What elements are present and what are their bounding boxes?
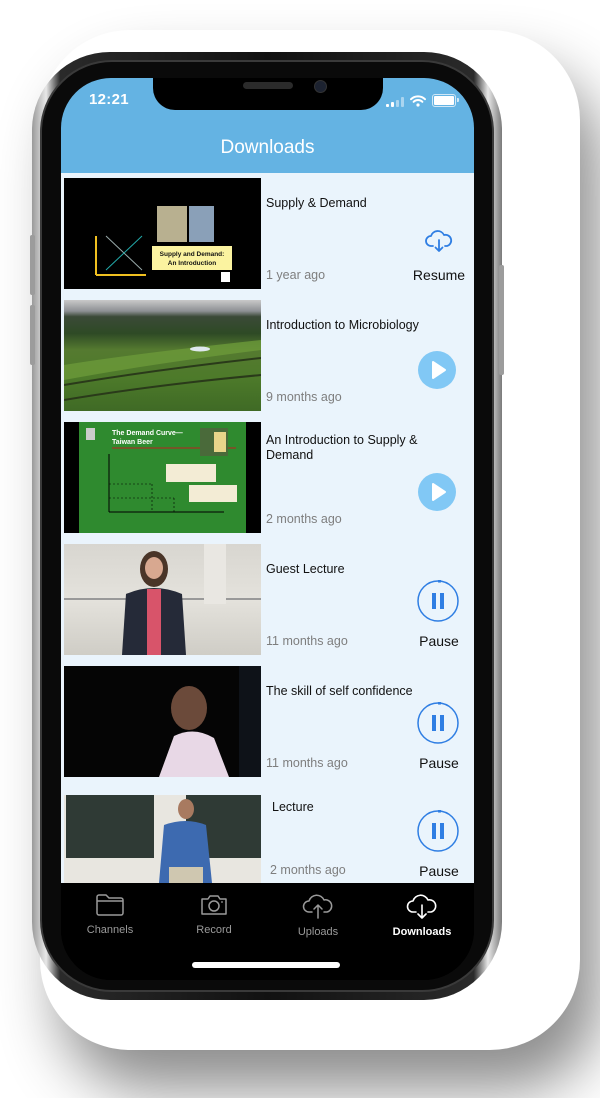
tab-label: Channels [86,924,134,936]
resume-label: Resume [412,267,466,283]
page-title: Downloads [220,137,315,158]
status-time: 12:21 [89,91,129,108]
download-title: Introduction to Microbiology [266,318,419,332]
download-item[interactable]: Lecture 2 months ago Pause [61,783,474,883]
video-thumbnail[interactable] [64,666,261,777]
tab-label: Uploads [297,926,339,938]
video-thumbnail[interactable] [64,795,261,883]
download-age: 11 months ago [266,756,348,770]
pause-button[interactable]: Pause [410,810,468,879]
cloud-download-icon [425,230,453,252]
download-title: Guest Lecture [266,562,345,576]
play-button[interactable] [410,465,468,527]
cloud-download-icon [406,894,437,919]
speaker [243,82,293,89]
volume-button [30,305,35,365]
play-icon [432,483,446,501]
tab-downloads[interactable]: Downloads [377,893,467,938]
tab-label: Record [196,924,232,936]
nav-header: 12:21 Downloads [61,78,474,173]
video-thumbnail[interactable] [64,300,261,411]
tab-channels[interactable]: Channels [65,893,155,936]
download-item[interactable]: Guest Lecture 11 months ago Pause [61,539,474,661]
download-item[interactable]: The Demand Curve— Taiwan Beer An Introdu… [61,417,474,539]
download-age: 1 year ago [266,268,326,282]
pause-button[interactable]: Pause [410,580,468,649]
download-item[interactable]: Introduction to Microbiology 9 months ag… [61,295,474,417]
play-button[interactable] [410,343,468,405]
thumbnail-caption: Supply and Demand: [160,251,225,258]
thumbnail-heading: Taiwan Beer [112,439,153,446]
tab-bar: Channels Record Uploads Downloads [61,883,474,980]
folder-icon [96,894,124,916]
front-camera [314,80,327,93]
download-title: The skill of self confidence [266,684,413,698]
side-button [499,265,504,375]
downloads-list[interactable]: Supply and Demand: An Introduction Suppl… [61,173,474,883]
app-screen: 12:21 Downloads Supply and Demand: An In… [61,78,474,980]
battery-icon [432,94,459,107]
pause-icon [417,580,459,622]
download-age: 2 months ago [270,863,346,877]
home-indicator[interactable] [192,962,340,968]
download-title: An Introduction to Supply & Demand [266,433,418,462]
download-age: 9 months ago [266,390,342,404]
wifi-icon [410,95,426,107]
video-thumbnail[interactable] [64,544,261,655]
tab-label: Downloads [392,926,452,938]
pause-button[interactable]: Pause [410,702,468,771]
camera-icon [201,895,227,915]
tab-record[interactable]: Record [169,893,259,936]
notch [153,78,383,110]
video-thumbnail[interactable]: Supply and Demand: An Introduction [64,178,261,289]
download-item[interactable]: Supply and Demand: An Introduction Suppl… [61,173,474,295]
download-item[interactable]: The skill of self confidence 11 months a… [61,661,474,783]
thumbnail-heading: The Demand Curve— [112,430,183,437]
download-age: 11 months ago [266,634,348,648]
resume-button[interactable]: Resume [410,221,468,283]
status-icons [386,94,459,107]
pause-icon [417,702,459,744]
pause-label: Pause [419,863,459,879]
tab-uploads[interactable]: Uploads [273,893,363,938]
pause-label: Pause [419,633,459,649]
download-age: 2 months ago [266,512,342,526]
video-thumbnail[interactable]: The Demand Curve— Taiwan Beer [64,422,261,533]
thumbnail-caption: An Introduction [168,260,216,267]
play-icon [432,361,446,379]
download-title: Lecture [272,800,314,814]
download-title: Supply & Demand [266,196,367,210]
cloud-upload-icon [302,894,333,919]
volume-button [30,235,35,295]
signal-icon [386,97,404,107]
pause-icon [417,810,459,852]
pause-label: Pause [419,755,459,771]
